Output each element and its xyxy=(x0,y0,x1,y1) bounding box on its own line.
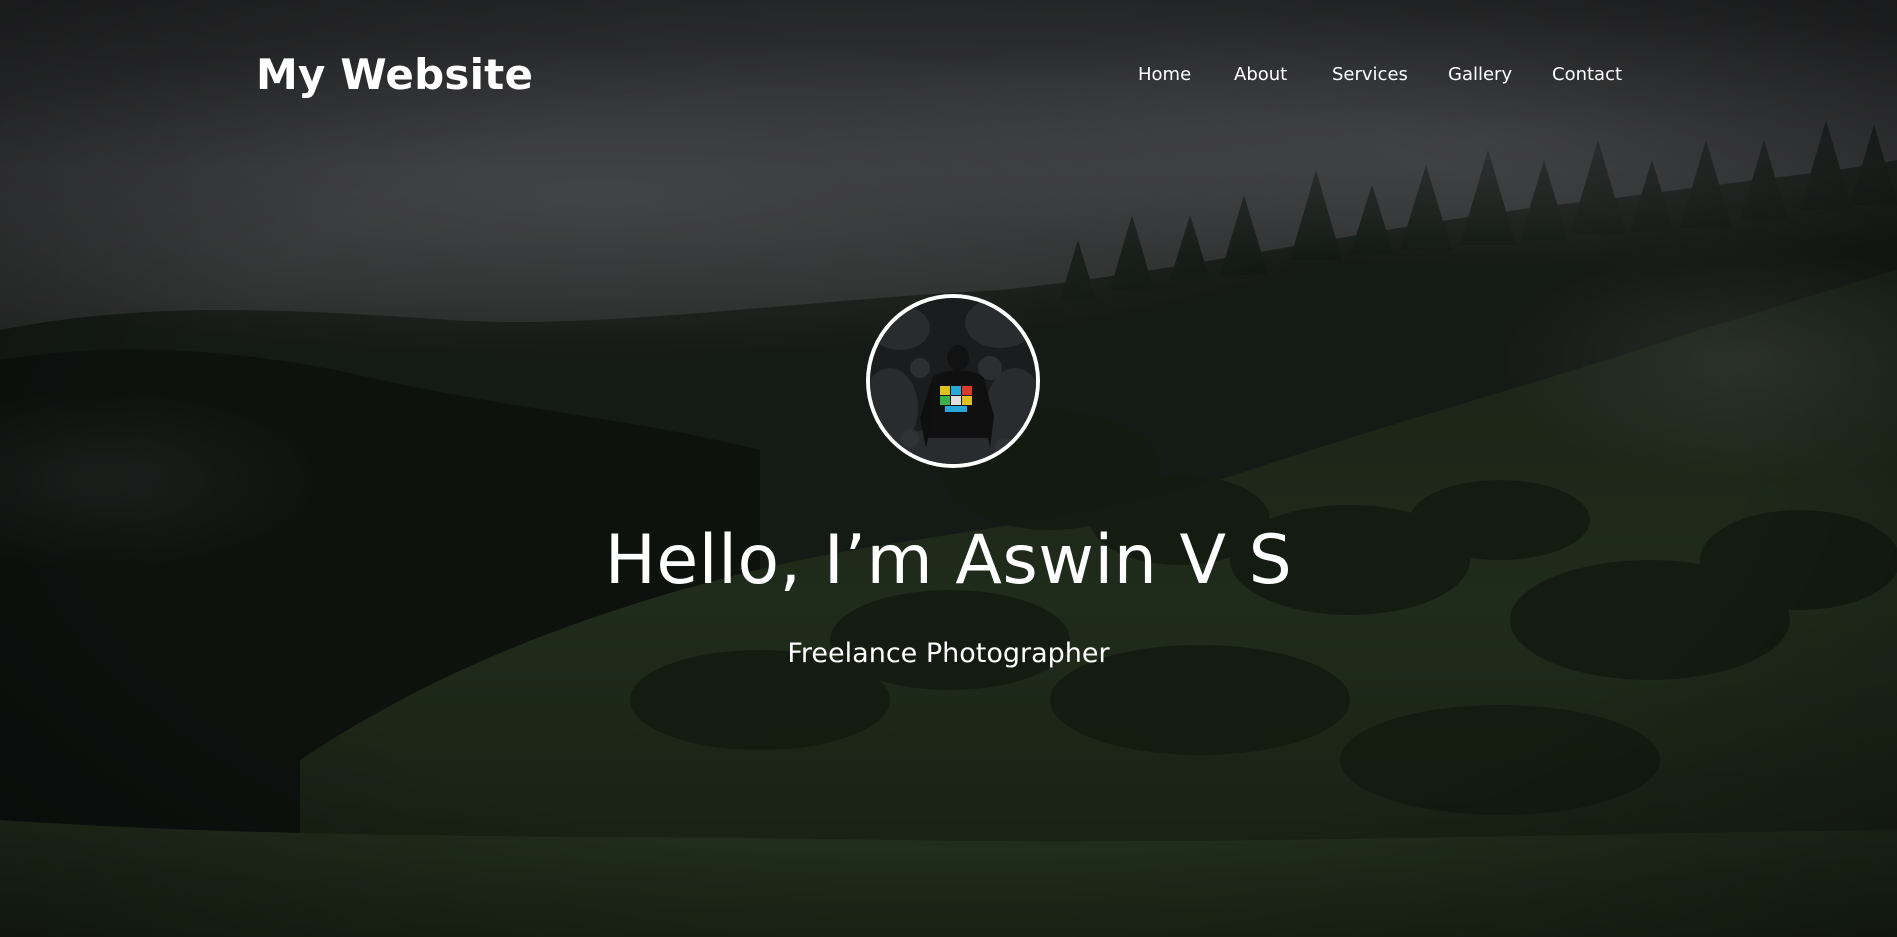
nav-link-contact[interactable]: Contact xyxy=(1552,60,1622,90)
nav-link-about[interactable]: About xyxy=(1234,60,1287,90)
site-brand-logo[interactable]: My Website xyxy=(256,46,533,104)
nav-link-services[interactable]: Services xyxy=(1332,60,1408,90)
profile-avatar xyxy=(866,294,1040,468)
top-navigation: My Website Home About Services Gallery C… xyxy=(0,0,1897,150)
nav-link-gallery[interactable]: Gallery xyxy=(1448,60,1512,90)
hero-section: My Website Home About Services Gallery C… xyxy=(0,0,1897,937)
hero-subtitle: Freelance Photographer xyxy=(787,638,1110,669)
hero-headline: Hello, I’m Aswin V S xyxy=(604,521,1293,600)
profile-photo xyxy=(870,298,1036,464)
nav-link-home[interactable]: Home xyxy=(1138,60,1191,90)
